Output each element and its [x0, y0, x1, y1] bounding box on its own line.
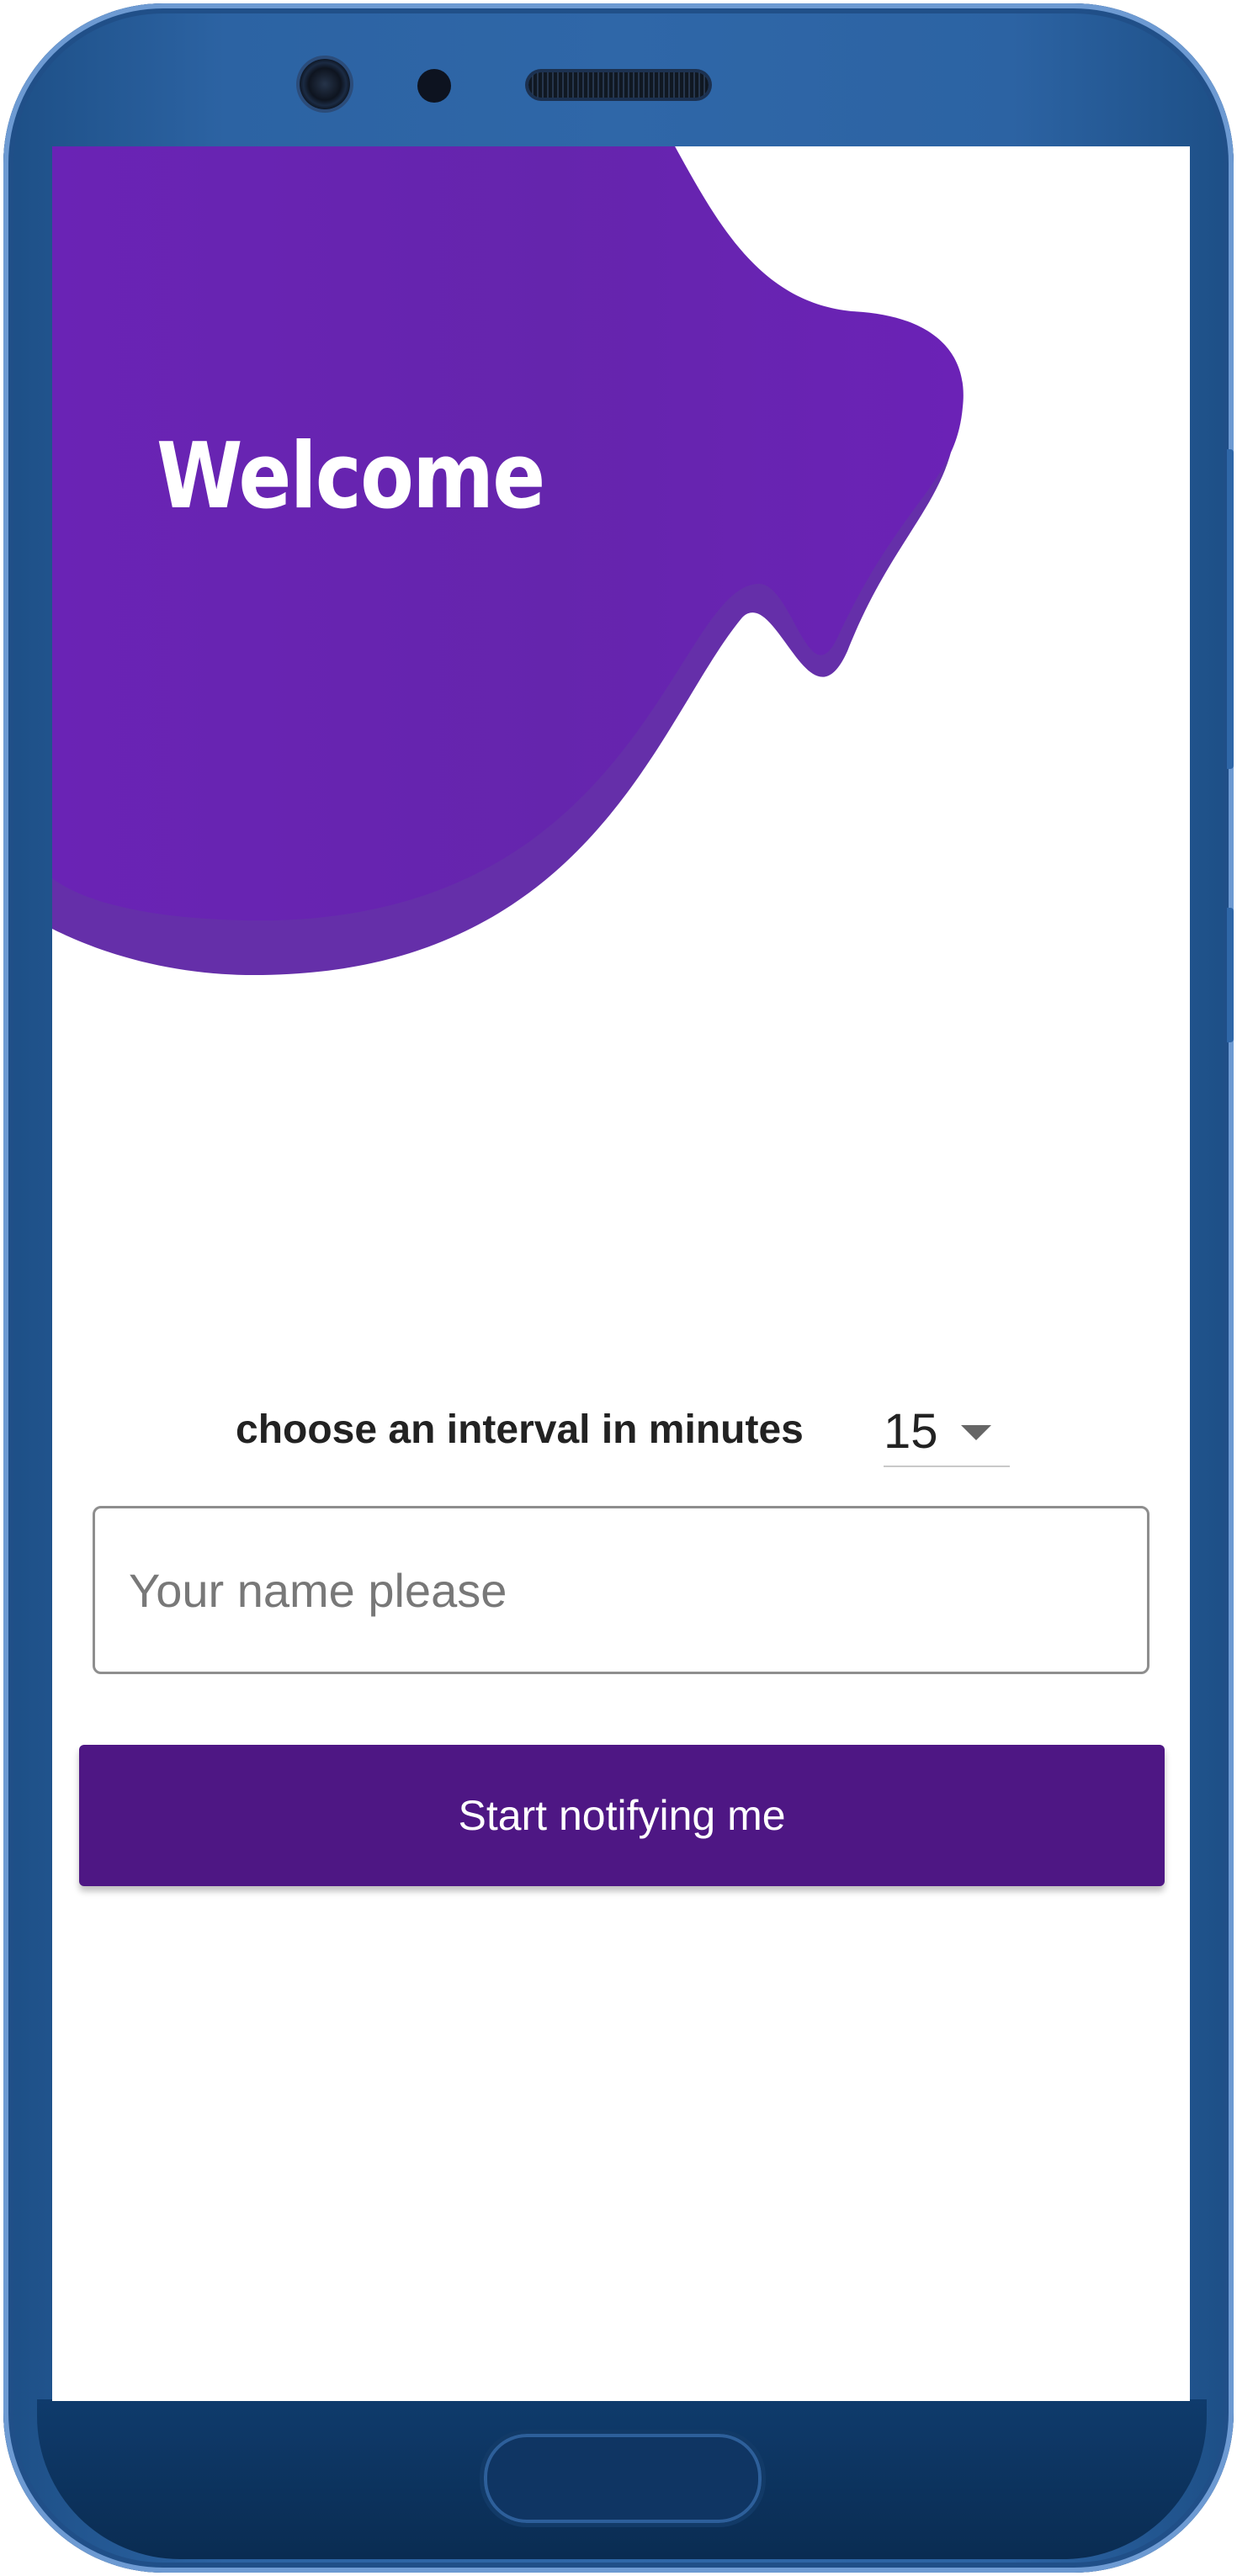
home-button[interactable]	[480, 2430, 766, 2527]
interval-row: choose an interval in minutes 15	[52, 1375, 1190, 1476]
sensor-icon	[417, 69, 451, 103]
phone-frame: Welcome choose an interval in minutes 15…	[3, 3, 1234, 2573]
name-input[interactable]	[93, 1506, 1149, 1674]
phone-volume-button	[1227, 449, 1234, 769]
interval-dropdown[interactable]: 15	[884, 1391, 1010, 1467]
page: Welcome choose an interval in minutes 15…	[0, 0, 1237, 2576]
start-notifying-button[interactable]: Start notifying me	[79, 1745, 1165, 1886]
interval-label: choose an interval in minutes	[236, 1407, 804, 1452]
welcome-title: Welcome	[157, 424, 545, 529]
header-blob-shape	[52, 146, 964, 976]
interval-selected-value: 15	[884, 1404, 938, 1459]
speaker-grille	[528, 72, 709, 98]
chevron-down-icon	[961, 1425, 991, 1440]
app-screen: Welcome choose an interval in minutes 15…	[52, 146, 1190, 2401]
phone-power-button	[1227, 908, 1234, 1042]
camera-icon	[300, 59, 350, 109]
